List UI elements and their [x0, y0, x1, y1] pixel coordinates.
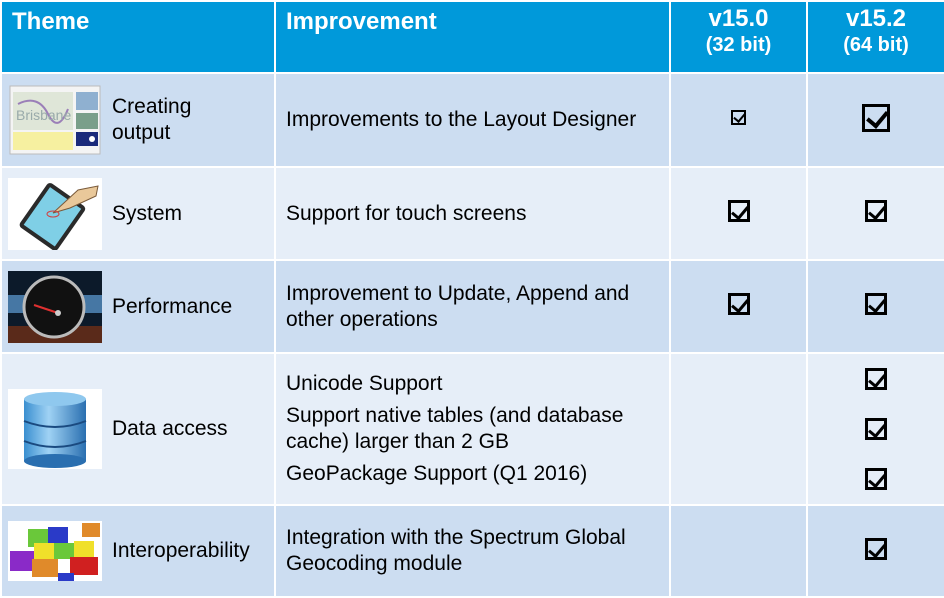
improvement-cell: Integration with the Spectrum Global Geo…: [274, 504, 671, 598]
checkbox-checked-icon: [865, 468, 887, 490]
improvement-text: Support native tables (and database cach…: [286, 404, 624, 453]
improvement-text: Improvements to the Layout Designer: [286, 108, 637, 131]
theme-cell: Performance: [0, 259, 276, 354]
v150-cell: [669, 352, 808, 506]
checkbox-checked-icon: [727, 200, 750, 222]
header-v150: v15.0 (32 bit): [669, 0, 808, 74]
header-improvement: Improvement: [274, 0, 671, 74]
table-row: Interoperability Integration with the Sp…: [0, 504, 944, 598]
table-row: Performance Improvement to Update, Appen…: [0, 259, 944, 354]
table-row: Data access Unicode Support Support nati…: [0, 352, 944, 506]
improvement-text: GeoPackage Support (Q1 2016): [286, 462, 588, 485]
theme-label: Data access: [112, 417, 228, 440]
v150-version: v15.0: [708, 5, 769, 32]
checkbox-checked-icon: [865, 200, 887, 222]
theme-cell: Data access: [0, 352, 276, 506]
v150-cell: [669, 259, 808, 354]
v152-cell: [806, 259, 944, 354]
layout-map-thumbnail-icon: Brisbane: [8, 84, 102, 156]
checkbox-checked-icon: [865, 537, 887, 560]
v152-cell: [806, 72, 944, 168]
v152-cell: [806, 166, 944, 261]
improvement-text: Support for touch screens: [286, 201, 527, 225]
v152-cell: [806, 504, 944, 598]
checkbox-checked-icon: [865, 293, 887, 315]
v150-cell: [669, 166, 808, 261]
v152-bits: (64 bit): [843, 34, 909, 56]
database-icon: [8, 389, 102, 469]
v150-cell: [669, 504, 808, 598]
checkbox-checked-icon: [865, 368, 887, 390]
theme-cell: Brisbane Creating output: [0, 72, 276, 168]
checkbox-checked-icon: [727, 293, 750, 315]
theme-cell: Interoperability: [0, 504, 276, 598]
touch-tablet-icon: [8, 177, 102, 250]
speedometer-icon: [8, 270, 102, 343]
theme-cell: System: [0, 166, 276, 261]
v152-cell: [806, 352, 944, 506]
improvement-cell: Improvement to Update, Append and other …: [274, 259, 671, 354]
table-row: Brisbane Creating output Improvements to…: [0, 72, 944, 168]
svg-text:Brisbane: Brisbane: [16, 107, 71, 123]
checkbox-checked-icon: [731, 110, 746, 125]
header-row: Theme Improvement v15.0 (32 bit) v15.2 (64…: [0, 0, 944, 74]
feature-comparison-table: Theme Improvement v15.0 (32 bit) v15.2 (64…: [0, 0, 944, 598]
v150-bits: (32 bit): [705, 34, 772, 56]
theme-label: Performance: [112, 294, 233, 318]
header-theme: Theme: [0, 0, 276, 74]
improvement-cell: Support for touch screens: [274, 166, 671, 261]
improvement-text: Unicode Support: [286, 372, 443, 395]
improvement-text: Improvement to Update, Append and other …: [286, 281, 630, 331]
checkbox-checked-icon: [862, 103, 890, 132]
puzzle-pieces-icon: [8, 521, 102, 581]
v150-cell: [669, 72, 808, 168]
header-v152: v15.2 (64 bit): [806, 0, 944, 74]
improvement-text: Integration with the Spectrum Global Geo…: [286, 526, 626, 575]
checkbox-checked-icon: [865, 418, 887, 440]
improvement-cell: Improvements to the Layout Designer: [274, 72, 671, 168]
improvement-cell: Unicode Support Support native tables (a…: [274, 352, 671, 506]
theme-label: Creating output: [112, 95, 192, 144]
table-row: System Support for touch screens: [0, 166, 944, 261]
theme-label: Interoperability: [112, 539, 250, 562]
theme-label: System: [112, 201, 183, 225]
v152-version: v15.2: [845, 5, 907, 32]
